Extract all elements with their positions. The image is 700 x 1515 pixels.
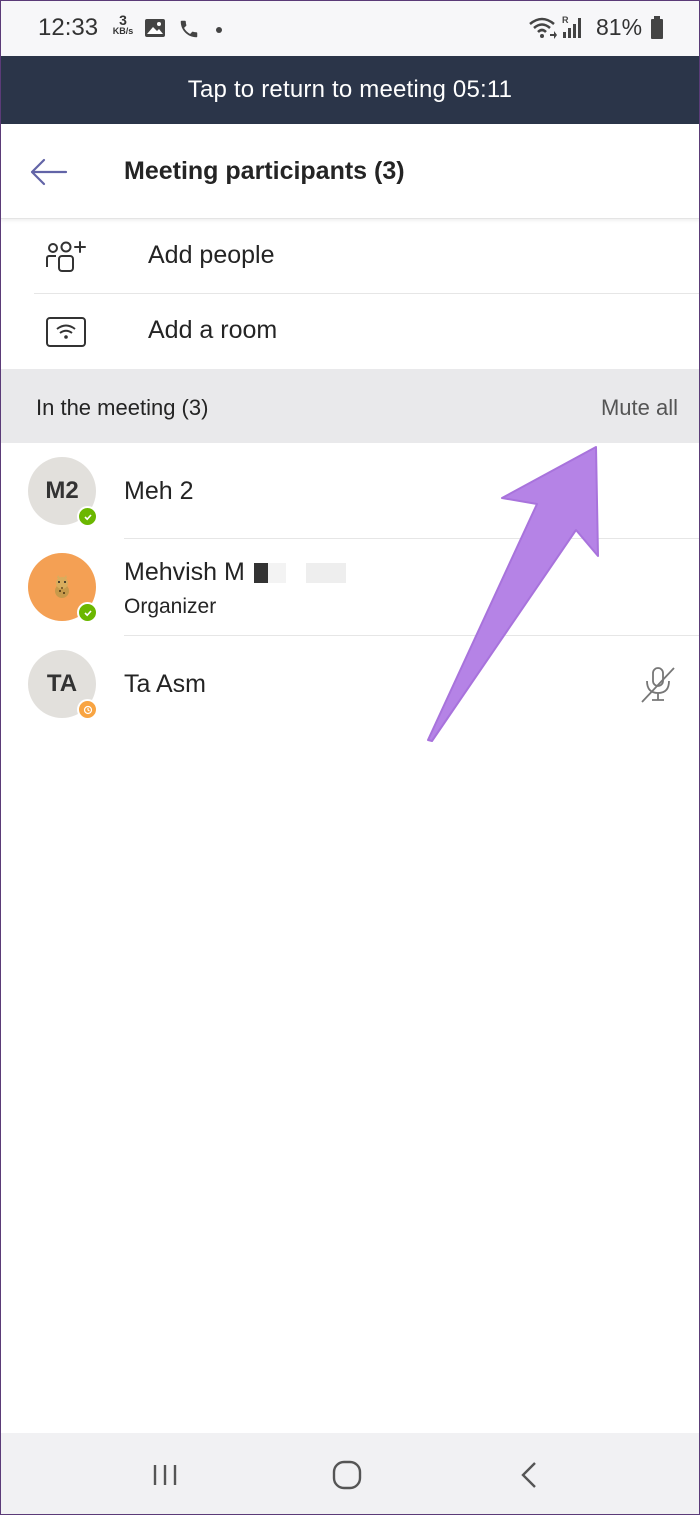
status-bar: 12:33 3 KB/s R 81% <box>0 0 700 56</box>
status-time: 12:33 <box>38 14 99 41</box>
add-room-label: Add a room <box>148 316 278 344</box>
home-icon[interactable] <box>325 1455 369 1495</box>
net-speed: 3 KB/s <box>110 12 136 37</box>
image-icon <box>145 19 165 37</box>
presence-available-icon <box>77 602 98 623</box>
svg-text:R: R <box>562 15 569 25</box>
add-people-label: Add people <box>148 241 275 269</box>
signal-icon: R <box>562 15 581 38</box>
participant-name: Mehvish M <box>124 558 245 586</box>
mute-all-button[interactable]: Mute all <box>601 395 678 421</box>
return-to-meeting-banner[interactable]: Tap to return to meeting 05:11 <box>0 56 700 124</box>
avatar: TA <box>28 650 98 720</box>
leopard-avatar-icon <box>55 575 69 598</box>
in-meeting-section-header: In the meeting (3) Mute all <box>0 369 700 443</box>
add-people-row[interactable]: Add people <box>0 219 700 294</box>
redaction-block <box>268 563 286 583</box>
add-people-icon <box>46 241 86 272</box>
redaction-block <box>254 563 268 583</box>
dot-icon <box>216 27 222 33</box>
participant-role: Organizer <box>124 595 217 618</box>
avatar-initials: M2 <box>45 477 79 504</box>
participant-row[interactable]: M2 Meh 2 <box>0 443 700 539</box>
back-arrow-icon[interactable] <box>26 152 70 192</box>
avatar: M2 <box>28 457 98 527</box>
avatar-initials: TA <box>46 670 78 697</box>
wifi-calling-icon <box>529 17 557 39</box>
net-speed-unit: KB/s <box>112 26 134 36</box>
avatar <box>28 553 98 623</box>
app-header: Meeting participants (3) <box>0 124 700 219</box>
participant-row[interactable]: Mehvish M Organizer <box>0 539 700 635</box>
participant-name: Ta Asm <box>124 670 206 698</box>
participant-row[interactable]: TA Ta Asm <box>0 636 700 732</box>
net-speed-value: 3 <box>119 12 127 28</box>
battery-percent: 81% <box>596 14 643 40</box>
system-nav-bar <box>0 1433 700 1515</box>
presence-available-icon <box>77 506 98 527</box>
redaction-block <box>306 563 346 583</box>
page-title: Meeting participants (3) <box>124 157 405 185</box>
add-room-row[interactable]: Add a room <box>0 294 700 369</box>
battery-icon <box>651 16 663 39</box>
mic-off-icon <box>641 667 675 703</box>
banner-text: Tap to return to meeting 05:11 <box>187 76 513 103</box>
back-icon[interactable] <box>507 1455 551 1495</box>
cast-room-icon <box>46 317 86 347</box>
participant-name: Meh 2 <box>124 477 194 505</box>
recents-icon[interactable] <box>143 1455 187 1495</box>
phone-icon <box>180 20 198 38</box>
in-meeting-title: In the meeting (3) <box>36 395 209 420</box>
presence-away-icon <box>77 699 98 720</box>
